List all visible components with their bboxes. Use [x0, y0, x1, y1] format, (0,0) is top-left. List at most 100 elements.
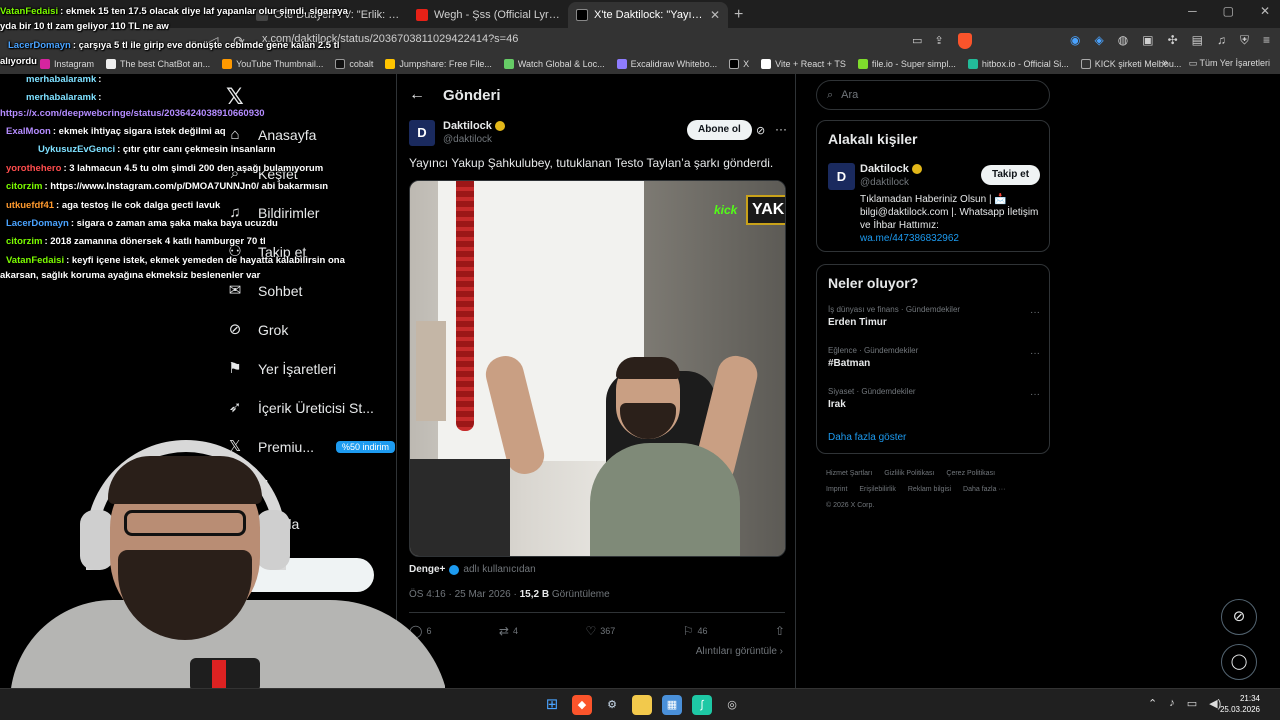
more-options-icon[interactable]: ··· [1030, 307, 1040, 318]
footer-link[interactable]: Reklam bilgisi [908, 486, 951, 493]
follow-button[interactable]: Takip et [981, 165, 1041, 185]
close-icon[interactable]: ✕ [710, 8, 720, 22]
tab-label: X'te Daktilock: "Yayıncı Yakup [594, 9, 704, 21]
back-arrow-icon[interactable]: ← [409, 86, 425, 104]
related-people-card: Alakalı kişiler D Daktilock @daktilock T… [816, 120, 1050, 252]
nav-home[interactable]: ⌂ Anasayfa [226, 126, 316, 144]
nav-chat[interactable]: ✉ Sohbet [226, 282, 303, 300]
vpn-icon[interactable]: ⛨ [1240, 33, 1249, 48]
brave-shield-icon[interactable] [958, 33, 972, 49]
share-button[interactable]: ⇧ [775, 624, 785, 638]
author-name[interactable]: Daktilock [443, 120, 505, 132]
bookmark-button[interactable]: ⚐ 46 [683, 624, 708, 638]
minimize-icon[interactable]: ─ [1188, 4, 1197, 18]
bookmark[interactable]: X [729, 59, 749, 69]
card-title: Alakalı kişiler [828, 131, 918, 147]
chat-message: utkuefdf41: aga testoş ile cok dalga gec… [6, 200, 221, 211]
post-actions: ◯ 6 ⇄ 4 ♡ 367 ⚐ 46 ⇧ [409, 624, 785, 638]
related-name[interactable]: Daktilock [860, 163, 922, 175]
subscribe-button[interactable]: Abone ol [687, 120, 752, 140]
post-video[interactable]: kick YAK [409, 180, 786, 557]
chat-message: akarsan, sağlık koruma ayağına ekmeksiz … [0, 270, 261, 281]
menu-icon[interactable]: ≡ [1263, 33, 1270, 48]
extension-icon[interactable]: ◉ [1070, 33, 1080, 48]
footer-link[interactable]: Çerez Politikası [946, 470, 995, 477]
bookmark[interactable]: Instagram [40, 59, 94, 69]
taskbar-apps: ⊞ ◆ ⚙ ▦ ∫ ◎ [542, 695, 742, 715]
extension-icon[interactable]: ◈ [1095, 33, 1104, 48]
more-options-icon[interactable]: ··· [775, 122, 787, 136]
chat-message: https://x.com/deepwebcringe/status/20364… [0, 108, 265, 119]
microphone-icon[interactable]: ♪ [1169, 697, 1175, 710]
nav-grok[interactable]: ⊘ Grok [226, 321, 289, 339]
search-input[interactable]: ⌕ Ara [816, 80, 1050, 110]
app-icon[interactable]: ∫ [692, 695, 712, 715]
all-bookmarks[interactable]: ▭ Tüm Yer İşaretleri [1189, 58, 1270, 69]
grok-icon[interactable]: ⊘ [756, 124, 765, 137]
browser-tab-active[interactable]: X'te Daktilock: "Yayıncı Yakup ✕ [568, 2, 728, 28]
more-options-icon[interactable]: ··· [1030, 389, 1040, 400]
music-icon[interactable]: ♫ [1217, 33, 1226, 48]
bookmark[interactable]: file.io - Super simpl... [857, 59, 956, 69]
webcam-headset-ear [80, 510, 114, 570]
share-icon[interactable]: ⇪ [934, 34, 943, 47]
x-logo-icon[interactable]: 𝕏 [226, 84, 244, 110]
show-more-link[interactable]: Daha fazla göster [828, 432, 906, 443]
chat-message: yorothehero: 3 lahmacun 4.5 tu olm şimdi… [6, 163, 324, 174]
footer-link[interactable]: Erişilebilirlik [859, 486, 896, 493]
extension-icon[interactable]: ◍ [1118, 33, 1128, 48]
cast-icon[interactable]: ▭ [912, 34, 922, 47]
post-text: Yayıncı Yakup Şahkulubey, tutuklanan Tes… [409, 156, 774, 170]
watch-icon [503, 59, 514, 69]
maximize-icon[interactable]: ▢ [1223, 4, 1234, 18]
monitor-icon[interactable]: ▭ [1187, 697, 1197, 710]
trend-item[interactable]: Siyaset · Gündemdekiler Irak ··· [828, 387, 1040, 410]
avatar[interactable]: D [409, 120, 435, 146]
bookmark[interactable]: The best ChatBot an... [106, 59, 210, 69]
footer-link[interactable]: Gizlilik Politikası [884, 470, 934, 477]
messages-fab-icon[interactable]: ◯ [1221, 644, 1257, 680]
avatar[interactable]: D [828, 163, 855, 190]
bookmark[interactable]: Watch Global & Loc... [503, 59, 605, 69]
nav-bookmarks[interactable]: ⚑ Yer İşaretleri [226, 360, 336, 378]
steam-icon[interactable]: ⚙ [602, 695, 622, 715]
brave-icon[interactable]: ◆ [572, 695, 592, 715]
footer-link[interactable]: Imprint [826, 486, 847, 493]
chat-message: merhabalaramk: [26, 92, 102, 103]
post-author[interactable]: D Daktilock @daktilock [409, 120, 505, 146]
video-person-hair [616, 357, 680, 379]
view-quotes-link[interactable]: Alıntıları görüntüle › [696, 646, 783, 657]
card-title: Neler oluyor? [828, 275, 919, 291]
more-options-icon[interactable]: ··· [1030, 348, 1040, 359]
browser-tab[interactable]: Wegh - Şss (Official Lyric Video) - Yo [408, 2, 568, 28]
footer-link[interactable]: Daha fazla ··· [963, 486, 1005, 493]
video-tinsel [456, 181, 474, 431]
bookmark[interactable]: cobalt [335, 59, 373, 69]
grok-fab-icon[interactable]: ⊘ [1221, 599, 1257, 635]
trend-item[interactable]: Eğlence · Gündemdekiler #Batman ··· [828, 346, 1040, 369]
bookmark[interactable]: hitbox.io - Official Si... [967, 59, 1069, 69]
trend-item[interactable]: İş dünyası ve finans · Gündemdekiler Erd… [828, 305, 1040, 328]
footer-link[interactable]: Hizmet Şartları [826, 470, 872, 477]
chatbot-icon [106, 59, 117, 69]
photos-icon[interactable]: ▦ [662, 695, 682, 715]
chevron-right-icon[interactable]: » [1162, 57, 1168, 69]
like-button[interactable]: ♡ 367 [585, 624, 615, 638]
puzzle-icon[interactable]: ✣ [1168, 33, 1178, 48]
close-window-icon[interactable]: ✕ [1260, 4, 1270, 18]
new-tab-icon[interactable]: + [734, 2, 743, 28]
bookmark[interactable]: Vite + React + TS [761, 59, 846, 69]
obs-icon[interactable]: ◎ [722, 695, 742, 715]
bookmark[interactable]: Excalidraw Whitebo... [616, 59, 717, 69]
chevron-up-icon[interactable]: ⌃ [1148, 697, 1157, 710]
bookmark[interactable]: YouTube Thumbnail... [222, 59, 323, 69]
clock[interactable]: 21:34 25.03.2026 [1220, 693, 1260, 715]
bio-link[interactable]: wa.me/447386832962 [860, 233, 959, 244]
bookmark[interactable]: Jumpshare: Free File... [385, 59, 492, 69]
sidebar-icon[interactable]: ▤ [1192, 33, 1203, 48]
extension-icon[interactable]: ▣ [1142, 33, 1153, 48]
windows-start-icon[interactable]: ⊞ [542, 695, 562, 715]
repost-button[interactable]: ⇄ 4 [499, 624, 518, 638]
youtube-icon [222, 59, 233, 69]
file-explorer-icon[interactable] [632, 695, 652, 715]
